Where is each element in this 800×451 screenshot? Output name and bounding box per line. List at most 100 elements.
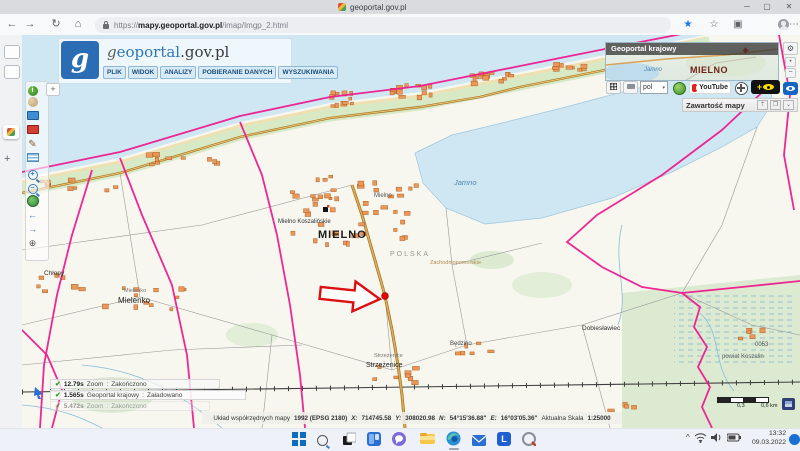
menu-pobieranie-danych[interactable]: POBIERANIE DANYCH — [198, 66, 276, 79]
home-button[interactable]: ⌂ — [70, 17, 86, 32]
vertical-tab-strip: + — [0, 35, 23, 428]
high-contrast-button[interactable]: + — [751, 80, 780, 94]
address-bar[interactable]: https://mapy.geoportal.gov.pl/imap/Imgp_… — [95, 17, 671, 33]
mail-icon[interactable] — [472, 433, 488, 449]
tab-title: geoportal.gov.pl — [350, 3, 406, 12]
browser-tab[interactable]: geoportal.gov.pl — [338, 1, 406, 13]
map-label-mielno-station: Mielno Koszalińskie — [278, 219, 331, 225]
geoportal-logo[interactable]: g — [61, 41, 99, 79]
panel-window-icon[interactable]: ❒ — [770, 100, 781, 110]
add-favorite-icon[interactable]: ☆ — [706, 17, 722, 32]
measure-tool-button[interactable] — [25, 153, 40, 165]
clear-selection-button[interactable] — [25, 125, 40, 137]
map-emblem — [782, 398, 795, 410]
battery-icon — [727, 433, 741, 442]
chat-icon[interactable] — [392, 432, 408, 448]
menu-plik[interactable]: PLIK — [103, 66, 126, 79]
forward-button[interactable]: → — [22, 17, 38, 32]
panel-minimize-icon[interactable]: ⌄ — [783, 100, 794, 110]
default-tool-button[interactable] — [25, 97, 40, 109]
panel-up-icon[interactable]: ⇡ — [757, 100, 768, 110]
full-extent-button[interactable] — [25, 195, 40, 207]
map-label-strzezenice-small: Strzeżenice — [374, 354, 403, 360]
next-view-button[interactable]: → — [25, 223, 40, 235]
draw-tool-button[interactable]: ✎ — [25, 139, 40, 151]
map-label-mielno-small: Mielno — [374, 193, 392, 199]
system-tray[interactable]: ^ — [686, 432, 741, 443]
time: 13:32 — [746, 430, 786, 439]
collapse-pane-icon[interactable] — [4, 65, 20, 79]
map-label-mielenko-small: Mielenko — [124, 289, 146, 295]
center-view-button[interactable]: ⊕ — [25, 237, 40, 249]
toolbar-expand-button[interactable]: + — [46, 83, 60, 96]
map-canvas[interactable] — [22, 35, 800, 428]
zoom-out-button[interactable]: − — [25, 181, 40, 193]
locate-button[interactable] — [673, 82, 686, 95]
map-label-mielno-big: MIELNO — [318, 230, 367, 241]
back-button[interactable]: ← — [4, 17, 20, 32]
settings-gear-icon[interactable]: ⚙ — [783, 42, 798, 55]
widgets-icon[interactable] — [367, 432, 383, 448]
select-area-button[interactable] — [25, 111, 40, 123]
map-label-powiat-koszalin: powiat Koszalin — [722, 354, 764, 360]
tab-actions-icon[interactable] — [4, 45, 20, 59]
accessibility-icon[interactable] — [735, 82, 748, 95]
tray-expand-icon: ^ — [686, 433, 690, 442]
window-close-button[interactable]: ✕ — [782, 2, 796, 12]
start-button[interactable] — [292, 432, 308, 448]
chevron-down-icon: ▾ — [662, 85, 665, 91]
print-icon[interactable] — [623, 81, 638, 94]
minimap-label-jamno: Jamno — [644, 67, 662, 73]
selected-point-marker — [382, 293, 389, 300]
youtube-button[interactable]: YouTube — [689, 81, 731, 94]
speaker-icon — [711, 432, 723, 443]
menu-wyszukiwania[interactable]: WYSZUKIWANIA — [278, 66, 338, 79]
previous-view-button[interactable]: ← — [25, 209, 40, 221]
map-label-strzezenice: Strzeżenice — [366, 362, 403, 369]
map-label-bedzino: Będzino — [450, 341, 472, 347]
browser-tab-strip: geoportal.gov.pl ─ ▢ ✕ — [0, 0, 800, 14]
identify-tool-button[interactable]: i — [25, 83, 40, 95]
site-title: geoportal.gov.pl — [107, 43, 229, 61]
red-arrow-annotation — [319, 278, 382, 314]
edge-browser-icon[interactable] — [446, 431, 462, 447]
map-contents-label: Zawartość mapy — [686, 101, 745, 110]
window-maximize-button[interactable]: ▢ — [760, 2, 774, 12]
taskbar-clock[interactable]: 13:32 09.03.2022 — [746, 430, 786, 448]
map-label-jamno: Jamno — [454, 179, 477, 187]
overview-minimap[interactable]: Geoportal krajowy Jamno MIELNO — [605, 42, 779, 81]
l-app-icon[interactable]: L — [497, 432, 511, 446]
coordinate-status-bar: Układ współrzędnych mapy1992 (EPSG 2180)… — [202, 412, 622, 424]
window-minimize-button[interactable]: ─ — [740, 2, 754, 12]
menu-analizy[interactable]: ANALIZY — [160, 66, 196, 79]
search-icon[interactable] — [317, 433, 333, 449]
tab-favicon-icon — [338, 3, 346, 11]
map-contents-panel-header[interactable]: Zawartość mapy ⇡ ❒ ⌄ — [682, 98, 798, 112]
browser-menu-icon[interactable]: ⋯ — [786, 17, 800, 32]
status-toast: ✔5.472sZoom:Zakończono — [50, 401, 210, 411]
app-icon[interactable] — [522, 432, 538, 448]
screen: { "browser": { "tab_title": "geoportal.g… — [0, 0, 800, 450]
favorite-star-icon[interactable]: ★ — [680, 17, 696, 32]
active-tab-favicon[interactable] — [3, 125, 19, 139]
wcag-eye-button[interactable] — [783, 82, 798, 95]
map-label-dobieslawiec: Dobiesławiec — [582, 326, 620, 333]
collections-icon[interactable]: ▣ — [730, 17, 746, 32]
share-grid-icon[interactable] — [606, 81, 621, 94]
map-label-wojewodztwo: Zachodniopomorskie — [430, 261, 481, 267]
refresh-button[interactable]: ↻ — [48, 17, 64, 32]
map-label-mielenko: Mielenko — [118, 297, 150, 305]
wifi-icon — [694, 432, 707, 443]
task-view-icon[interactable] — [342, 432, 358, 448]
minimap-dot-button[interactable]: • — [785, 57, 796, 67]
menu-widok[interactable]: WIDOK — [128, 66, 158, 79]
notification-badge[interactable] — [789, 434, 800, 445]
new-tab-button[interactable]: + — [4, 153, 10, 165]
zoom-in-button[interactable]: + — [25, 167, 40, 179]
minimap-collapse-button[interactable]: − — [785, 68, 796, 78]
map-label-parcel: 0053 — [755, 342, 768, 348]
scale-full-label: 0,6 km — [761, 403, 778, 409]
eye-icon — [763, 84, 774, 90]
language-select[interactable]: pol▾ — [640, 81, 668, 94]
file-explorer-icon[interactable] — [420, 432, 436, 448]
